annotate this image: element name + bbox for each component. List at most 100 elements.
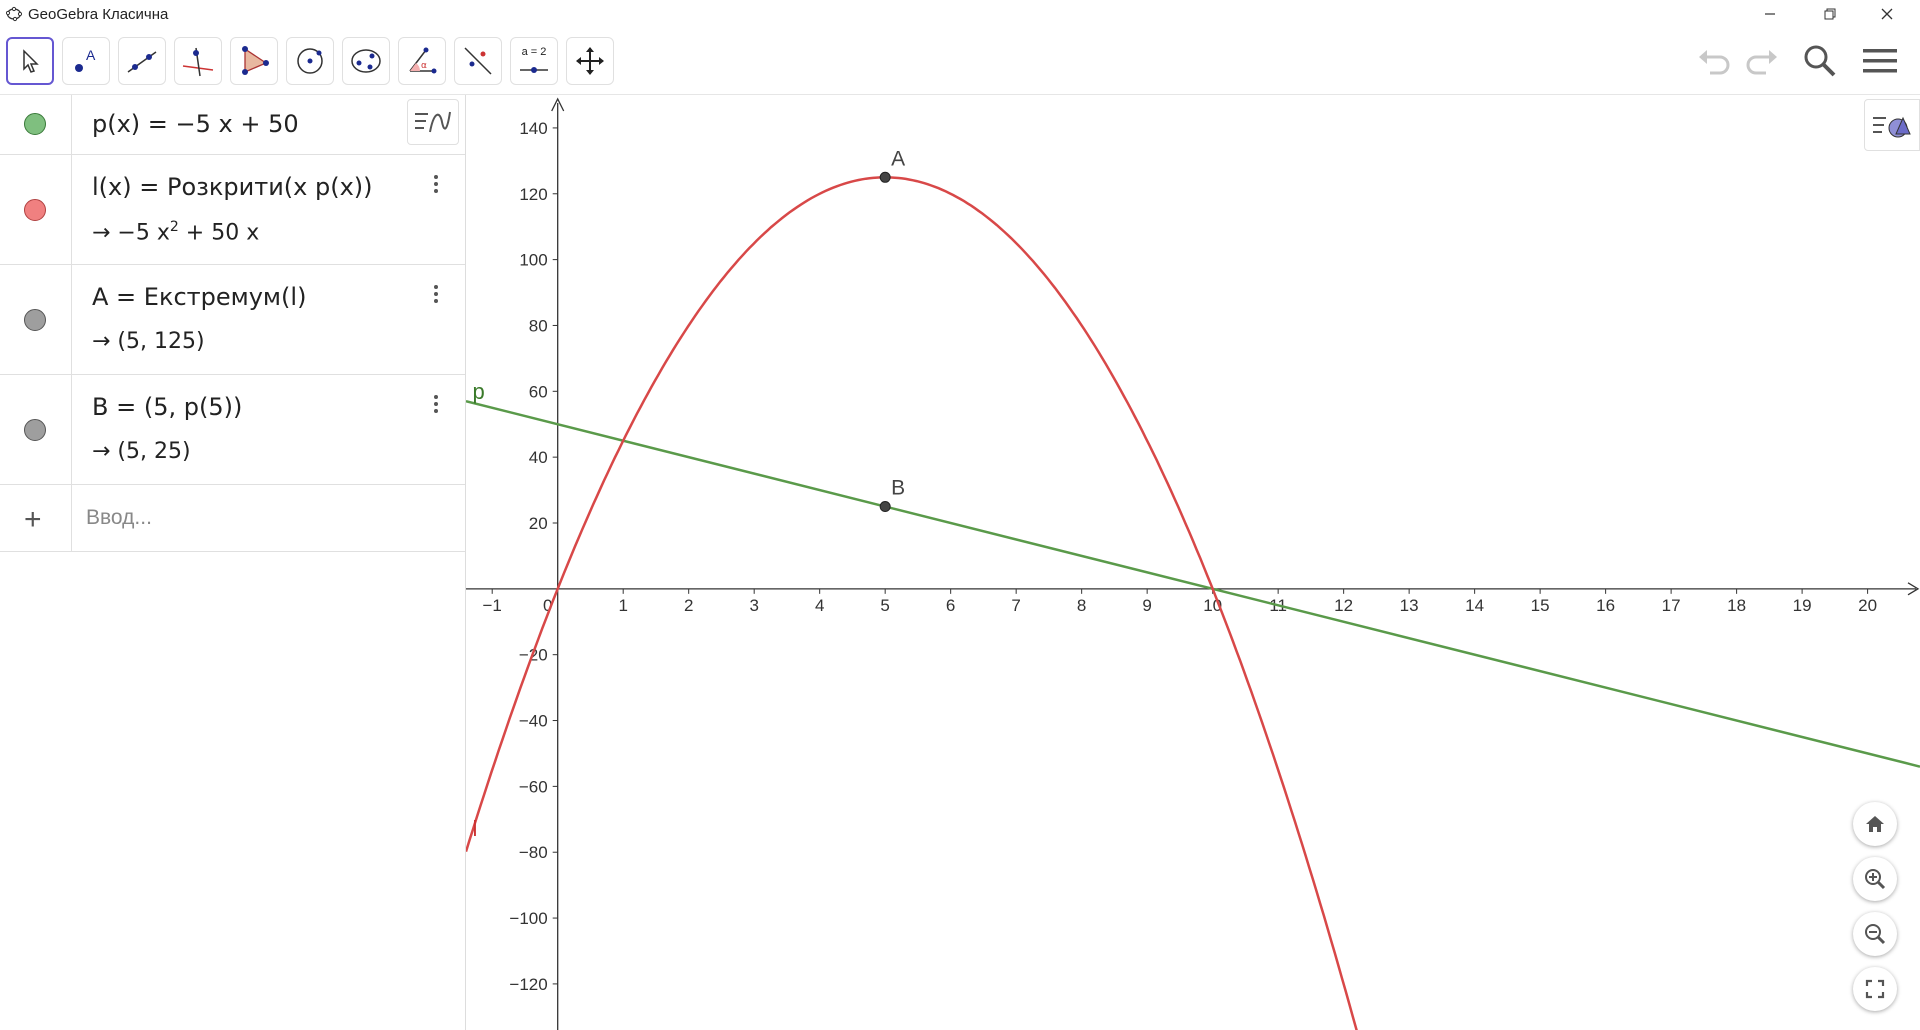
zoom-in-icon [1865, 869, 1886, 890]
value-l: → −5 x2 + 50 x [92, 219, 259, 245]
visibility-toggle-p[interactable] [0, 95, 72, 154]
graphics-style-bar-button[interactable] [1864, 99, 1920, 151]
algebra-row-A[interactable]: A = Екстремум(l) → (5, 125) [0, 265, 465, 375]
svg-text:α: α [421, 61, 427, 71]
reflect-icon [464, 47, 492, 75]
x-tick-label: 16 [1596, 596, 1615, 615]
conic-icon [351, 49, 381, 73]
point-A-label: A [891, 147, 905, 170]
x-tick-label: 2 [684, 596, 693, 615]
graphics-settings-icon [1873, 116, 1911, 138]
y-tick-label: −60 [519, 777, 548, 796]
point-tool-button[interactable]: A [62, 37, 110, 85]
y-tick-label: 100 [519, 251, 547, 270]
reflect-tool-button[interactable] [454, 37, 502, 85]
point-A [879, 171, 891, 183]
title-bar: GeoGebra Класична [0, 0, 1920, 28]
algebra-view: p(x) = −5 x + 50 l(x) = Розкрити(x p(x))… [0, 95, 466, 1030]
perpendicular-line-tool-button[interactable] [174, 37, 222, 85]
algebra-row-B[interactable]: B = (5, p(5)) → (5, 25) [0, 375, 465, 485]
x-tick-label: 18 [1727, 596, 1746, 615]
x-tick-label: 9 [1142, 596, 1151, 615]
fullscreen-icon [1865, 979, 1885, 999]
definition-A[interactable]: A = Екстремум(l) [92, 283, 306, 311]
x-tick-label: 19 [1793, 596, 1812, 615]
redo-icon [1746, 50, 1777, 75]
graph-canvas[interactable]: −101234567891011121314151617181920140120… [466, 95, 1920, 1030]
zoom-out-button[interactable] [1853, 912, 1897, 956]
algebra-settings-icon [415, 111, 451, 133]
conic-tool-button[interactable] [342, 37, 390, 85]
algebra-input[interactable]: Ввод... [86, 506, 152, 530]
algebra-style-bar-button[interactable] [407, 99, 459, 145]
x-tick-label: 15 [1531, 596, 1550, 615]
x-tick-label: 7 [1011, 596, 1020, 615]
minimize-button[interactable] [1745, 0, 1795, 28]
more-options-button[interactable] [431, 283, 441, 307]
x-tick-label: 8 [1077, 596, 1086, 615]
algebra-input-row[interactable]: + Ввод... [0, 485, 465, 552]
line-p-label: p [473, 379, 485, 404]
point-B [879, 501, 891, 513]
hamburger-menu-icon [1863, 49, 1897, 73]
search-button[interactable] [1798, 43, 1842, 79]
close-button[interactable] [1862, 0, 1912, 28]
definition-B[interactable]: B = (5, p(5)) [92, 393, 242, 421]
visibility-toggle-l[interactable] [0, 155, 72, 264]
move-tool-button[interactable] [6, 37, 54, 85]
undo-icon [1699, 50, 1730, 75]
y-tick-label: 140 [519, 119, 547, 138]
fullscreen-button[interactable] [1853, 967, 1897, 1011]
svg-text:A: A [86, 47, 96, 63]
x-tick-label: 3 [749, 596, 758, 615]
angle-tool-button[interactable]: α [398, 37, 446, 85]
polygon-icon [242, 46, 269, 75]
marble-icon [24, 309, 46, 331]
x-tick-label: 17 [1662, 596, 1681, 615]
more-options-button[interactable] [431, 393, 441, 417]
move-graphics-tool-button[interactable] [566, 37, 614, 85]
y-tick-label: −40 [519, 712, 548, 731]
standard-view-button[interactable] [1853, 802, 1897, 846]
x-tick-label: 6 [946, 596, 955, 615]
undo-button[interactable] [1692, 43, 1736, 79]
line-p [466, 399, 1920, 768]
y-tick-label: −120 [509, 975, 547, 994]
definition-p[interactable]: p(x) = −5 x + 50 [92, 110, 299, 138]
x-tick-label: 4 [815, 596, 824, 615]
y-tick-label: −80 [519, 843, 548, 862]
value-l-suffix: + 50 x [178, 220, 260, 246]
x-tick-label: 12 [1334, 596, 1353, 615]
circle-tool-button[interactable] [286, 37, 334, 85]
value-l-prefix: → −5 x [92, 220, 170, 246]
x-tick-label: −1 [483, 596, 502, 615]
slider-tool-button[interactable]: a = 2 [510, 37, 558, 85]
algebra-row-l[interactable]: l(x) = Розкрити(x p(x)) → −5 x2 + 50 x [0, 155, 465, 265]
y-tick-label: 40 [529, 448, 548, 467]
line-tool-button[interactable] [118, 37, 166, 85]
visibility-toggle-A[interactable] [0, 265, 72, 374]
slider-label: a = 2 [521, 46, 547, 58]
definition-l[interactable]: l(x) = Розкрити(x p(x)) [92, 173, 373, 201]
graphics-view[interactable]: −101234567891011121314151617181920140120… [466, 95, 1920, 1030]
x-tick-label: 13 [1400, 596, 1419, 615]
perpendicular-line-icon [182, 47, 214, 77]
zoom-in-button[interactable] [1853, 857, 1897, 901]
algebra-row-p[interactable]: p(x) = −5 x + 50 [0, 95, 465, 155]
close-icon [1881, 8, 1893, 20]
more-options-button[interactable] [431, 173, 441, 197]
arrow-cursor-icon [23, 49, 39, 73]
main-menu-button[interactable] [1858, 43, 1902, 79]
restore-button[interactable] [1805, 0, 1855, 28]
toolbar: A α a = 2 [0, 28, 1920, 95]
polygon-tool-button[interactable] [230, 37, 278, 85]
value-B: → (5, 25) [92, 439, 191, 464]
circle-icon [297, 48, 323, 74]
redo-button[interactable] [1740, 43, 1784, 79]
move-arrows-icon [576, 47, 604, 75]
x-tick-label: 14 [1465, 596, 1484, 615]
plus-icon[interactable]: + [24, 503, 42, 537]
curve-l-label: l [473, 816, 478, 841]
visibility-toggle-B[interactable] [0, 375, 72, 484]
point-icon: A [75, 47, 96, 72]
